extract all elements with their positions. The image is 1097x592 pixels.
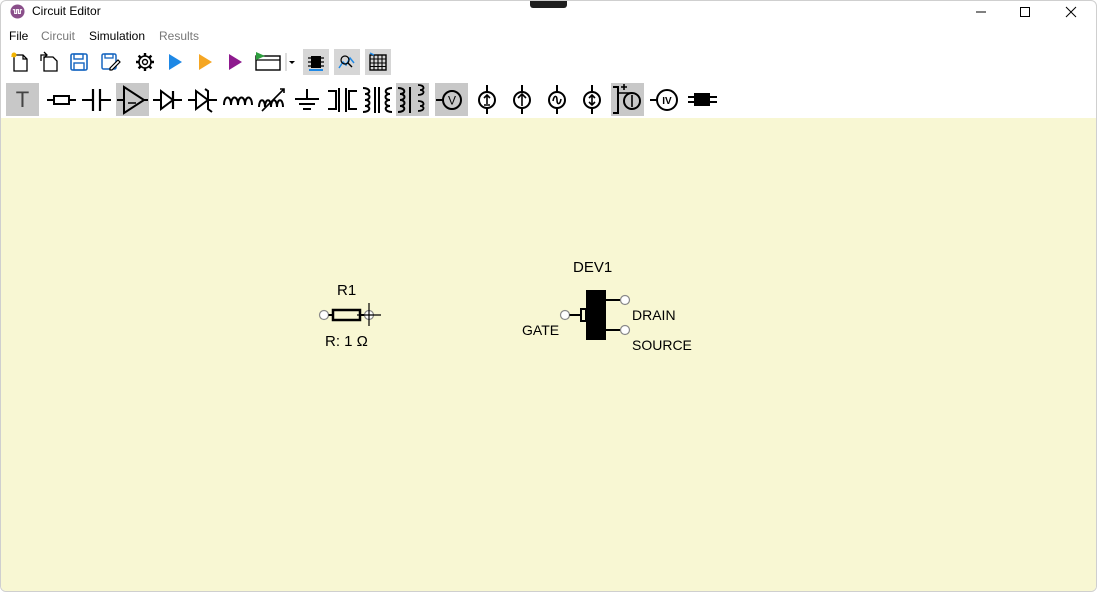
title-bar[interactable]: Circuit Editor xyxy=(1,1,1096,25)
switch-tool-button[interactable] xyxy=(326,83,359,116)
voltmeter-tool-button[interactable]: V xyxy=(435,83,468,116)
run-blue-icon xyxy=(169,54,182,70)
save-as-icon xyxy=(101,53,121,71)
app-window: Circuit Editor File Circuit Simulation R… xyxy=(0,0,1097,592)
text-tool-button[interactable]: T xyxy=(6,83,39,116)
window-title: Circuit Editor xyxy=(32,4,101,18)
open-file-icon xyxy=(40,51,58,72)
resistor-icon xyxy=(47,95,76,105)
opamp-icon xyxy=(117,85,148,115)
variable-source-tool-button[interactable] xyxy=(611,83,644,116)
settings-gear-icon xyxy=(136,53,154,71)
display-dropdown-icon xyxy=(255,52,295,71)
voltage-source-tool-button[interactable] xyxy=(506,83,539,116)
iv-probe-label: IV xyxy=(662,96,672,107)
maximize-button[interactable] xyxy=(1002,1,1048,23)
device-dev1[interactable] xyxy=(555,287,637,343)
iv-probe-tool-button[interactable]: IV xyxy=(649,83,682,116)
table-icon xyxy=(369,52,387,71)
current-source-tool-button[interactable] xyxy=(471,83,504,116)
dev1-name-label: DEV1 xyxy=(573,259,613,276)
new-file-icon xyxy=(11,52,28,72)
save-as-button[interactable] xyxy=(97,49,123,75)
dev1-gate-label: GATE xyxy=(522,322,560,338)
dev1-drain-label: DRAIN xyxy=(632,307,676,323)
resistor-tool-button[interactable] xyxy=(45,83,78,116)
menu-file[interactable]: File xyxy=(9,29,28,43)
zener-diode-tool-button[interactable] xyxy=(186,83,219,116)
ac-source-tool-button[interactable] xyxy=(541,83,574,116)
settings-button[interactable] xyxy=(132,49,158,75)
new-file-button[interactable] xyxy=(7,49,33,75)
r1-name-label: R1 xyxy=(337,282,357,299)
menu-results[interactable]: Results xyxy=(159,29,199,43)
dependent-source-tool-button[interactable] xyxy=(576,83,609,116)
maximize-icon xyxy=(1020,7,1030,17)
variable-inductor-tool-button[interactable] xyxy=(256,83,289,116)
display-dropdown-button[interactable] xyxy=(253,49,297,75)
switch-icon xyxy=(328,88,357,112)
open-file-button[interactable] xyxy=(36,49,62,75)
zoom-fit-button[interactable] xyxy=(334,49,360,75)
zener-diode-icon xyxy=(188,88,217,113)
minimize-button[interactable] xyxy=(958,1,1004,23)
inductor-icon xyxy=(223,96,253,106)
menu-bar: File Circuit Simulation Results xyxy=(1,27,1096,47)
dependent-source-icon xyxy=(583,85,601,114)
voltage-source-icon xyxy=(513,85,531,114)
ac-source-icon xyxy=(548,85,566,114)
close-button[interactable] xyxy=(1048,1,1094,23)
schematic-canvas[interactable]: R1 R: 1 Ω DEV1 GATE DRAIN SOURCE xyxy=(1,118,1096,591)
save-icon xyxy=(70,53,88,71)
menu-circuit[interactable]: Circuit xyxy=(41,29,75,43)
run-purple-button[interactable] xyxy=(222,49,248,75)
ground-icon xyxy=(295,89,319,110)
capacitor-icon xyxy=(82,89,111,111)
voltmeter-icon: V xyxy=(436,90,462,110)
ground-tool-button[interactable] xyxy=(291,83,324,116)
resistor-r1[interactable] xyxy=(315,302,385,326)
iv-probe-icon: IV xyxy=(650,89,678,111)
diode-icon xyxy=(153,89,182,111)
generic-device-icon xyxy=(688,93,717,106)
run-simulation-button[interactable] xyxy=(162,49,188,75)
variable-inductor-icon xyxy=(258,88,285,112)
chip-button[interactable] xyxy=(303,49,329,75)
coupled-inductor-icon xyxy=(397,84,425,113)
capacitor-tool-button[interactable] xyxy=(80,83,113,116)
opamp-tool-button[interactable] xyxy=(116,83,149,116)
menu-simulation[interactable]: Simulation xyxy=(89,29,145,43)
coupled-inductor-tool-button[interactable] xyxy=(396,83,429,116)
r1-value-label: R: 1 Ω xyxy=(325,333,368,350)
table-button[interactable] xyxy=(365,49,391,75)
run-orange-button[interactable] xyxy=(192,49,218,75)
app-icon xyxy=(10,4,25,19)
zoom-fit-icon xyxy=(338,55,355,69)
voltmeter-label: V xyxy=(448,94,456,108)
chip-icon xyxy=(308,56,324,71)
transformer-icon xyxy=(362,87,393,113)
diode-tool-button[interactable] xyxy=(151,83,184,116)
run-purple-icon xyxy=(229,54,242,70)
close-icon xyxy=(1065,6,1077,18)
text-tool-icon: T xyxy=(15,86,30,112)
component-palette: T V IV xyxy=(1,81,1096,117)
minimize-icon xyxy=(976,11,986,13)
inductor-tool-button[interactable] xyxy=(221,83,254,116)
save-button[interactable] xyxy=(66,49,92,75)
current-source-icon xyxy=(478,85,496,114)
run-orange-icon xyxy=(199,54,212,70)
variable-source-icon xyxy=(613,84,641,114)
main-toolbar xyxy=(1,47,1096,77)
dev1-source-label: SOURCE xyxy=(632,337,692,353)
generic-device-tool-button[interactable] xyxy=(686,83,719,116)
transformer-tool-button[interactable] xyxy=(361,83,394,116)
drag-handle[interactable] xyxy=(530,1,567,8)
